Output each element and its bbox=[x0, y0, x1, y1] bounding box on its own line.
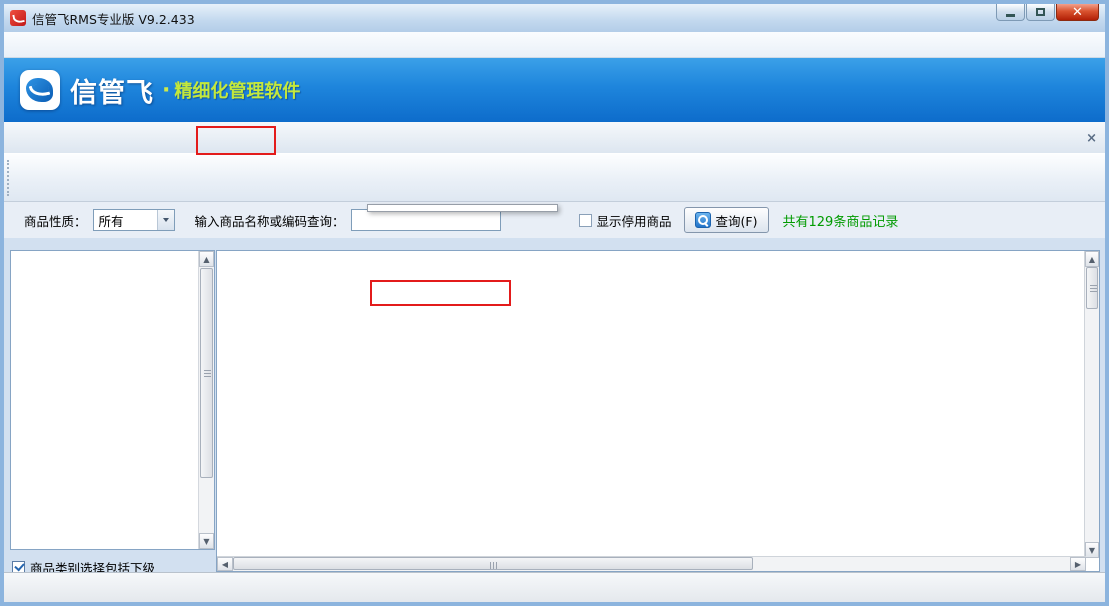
nature-label: 商品性质： bbox=[24, 211, 87, 230]
nature-select-dropdown[interactable] bbox=[157, 210, 174, 230]
toolbar-grip bbox=[7, 160, 11, 196]
restore-button[interactable] bbox=[1026, 4, 1055, 21]
search-label: 输入商品名称或编码查询： bbox=[195, 211, 345, 230]
brand-logo-icon bbox=[20, 70, 60, 110]
menu-bar bbox=[4, 32, 1105, 58]
record-count: 共有129条商品记录 bbox=[783, 211, 899, 230]
brand-block: 信管飞 · 精细化管理软件 bbox=[20, 70, 300, 110]
grid-hscroll-thumb[interactable] bbox=[233, 557, 753, 570]
window-title: 信管飞RMS专业版 V9.2.433 bbox=[32, 9, 195, 28]
grid-scroll-left-icon[interactable]: ◀ bbox=[217, 557, 233, 571]
tab-strip: × bbox=[4, 122, 1105, 154]
search-icon bbox=[695, 212, 711, 228]
query-button[interactable]: 查询(F) bbox=[684, 207, 769, 233]
grid-scroll-down-icon[interactable]: ▼ bbox=[1085, 542, 1099, 558]
title-bar: 信管飞RMS专业版 V9.2.433 ✕ bbox=[4, 4, 1105, 32]
category-tree-panel: ▲ ▼ bbox=[10, 250, 215, 550]
scroll-down-icon[interactable]: ▼ bbox=[199, 533, 214, 549]
app-logo-icon bbox=[10, 10, 26, 26]
tree-scrollbar[interactable]: ▲ ▼ bbox=[198, 251, 214, 549]
brand-banner: 信管飞 · 精细化管理软件 bbox=[4, 58, 1105, 122]
grid-hscrollbar[interactable]: ◀ ▶ bbox=[217, 556, 1086, 571]
more-actions-menu bbox=[367, 204, 558, 212]
chevron-down-icon bbox=[163, 218, 169, 222]
scroll-up-icon[interactable]: ▲ bbox=[199, 251, 214, 267]
nature-select-value: 所有 bbox=[94, 211, 157, 230]
grid-vscroll-thumb[interactable] bbox=[1086, 267, 1098, 309]
brand-name: 信管飞 bbox=[70, 71, 154, 110]
show-disabled-label: 显示停用商品 bbox=[597, 211, 672, 230]
app-window: 信管飞RMS专业版 V9.2.433 ✕ 信管飞 · 精细化管理软件 × 商品性… bbox=[0, 0, 1109, 606]
grid-scroll-right-icon[interactable]: ▶ bbox=[1070, 557, 1086, 571]
grid-scroll-up-icon[interactable]: ▲ bbox=[1085, 251, 1099, 267]
restore-icon bbox=[1036, 8, 1045, 16]
close-button[interactable]: ✕ bbox=[1056, 4, 1099, 21]
brand-dot: · bbox=[162, 78, 170, 103]
status-bar bbox=[4, 572, 1105, 602]
search-input[interactable] bbox=[351, 209, 501, 231]
nature-select[interactable]: 所有 bbox=[93, 209, 175, 231]
query-button-label: 查询(F) bbox=[716, 211, 758, 230]
brand-slogan: 精细化管理软件 bbox=[174, 77, 300, 103]
show-disabled-checkbox[interactable] bbox=[579, 214, 592, 227]
minimize-button[interactable] bbox=[996, 4, 1025, 21]
close-icon: ✕ bbox=[1072, 5, 1083, 20]
grid-vscrollbar[interactable]: ▲ ▼ bbox=[1084, 251, 1099, 558]
toolbar bbox=[4, 154, 1105, 202]
product-grid: ▲ ▼ ◀ ▶ bbox=[216, 250, 1100, 572]
tree-scroll-thumb[interactable] bbox=[200, 268, 213, 478]
main-content: ▲ ▼ 商品类别选择包括下级 ▲ ▼ ◀ ▶ bbox=[4, 238, 1105, 572]
strip-close-icon[interactable]: × bbox=[1086, 131, 1097, 146]
minimize-icon bbox=[1006, 14, 1015, 17]
